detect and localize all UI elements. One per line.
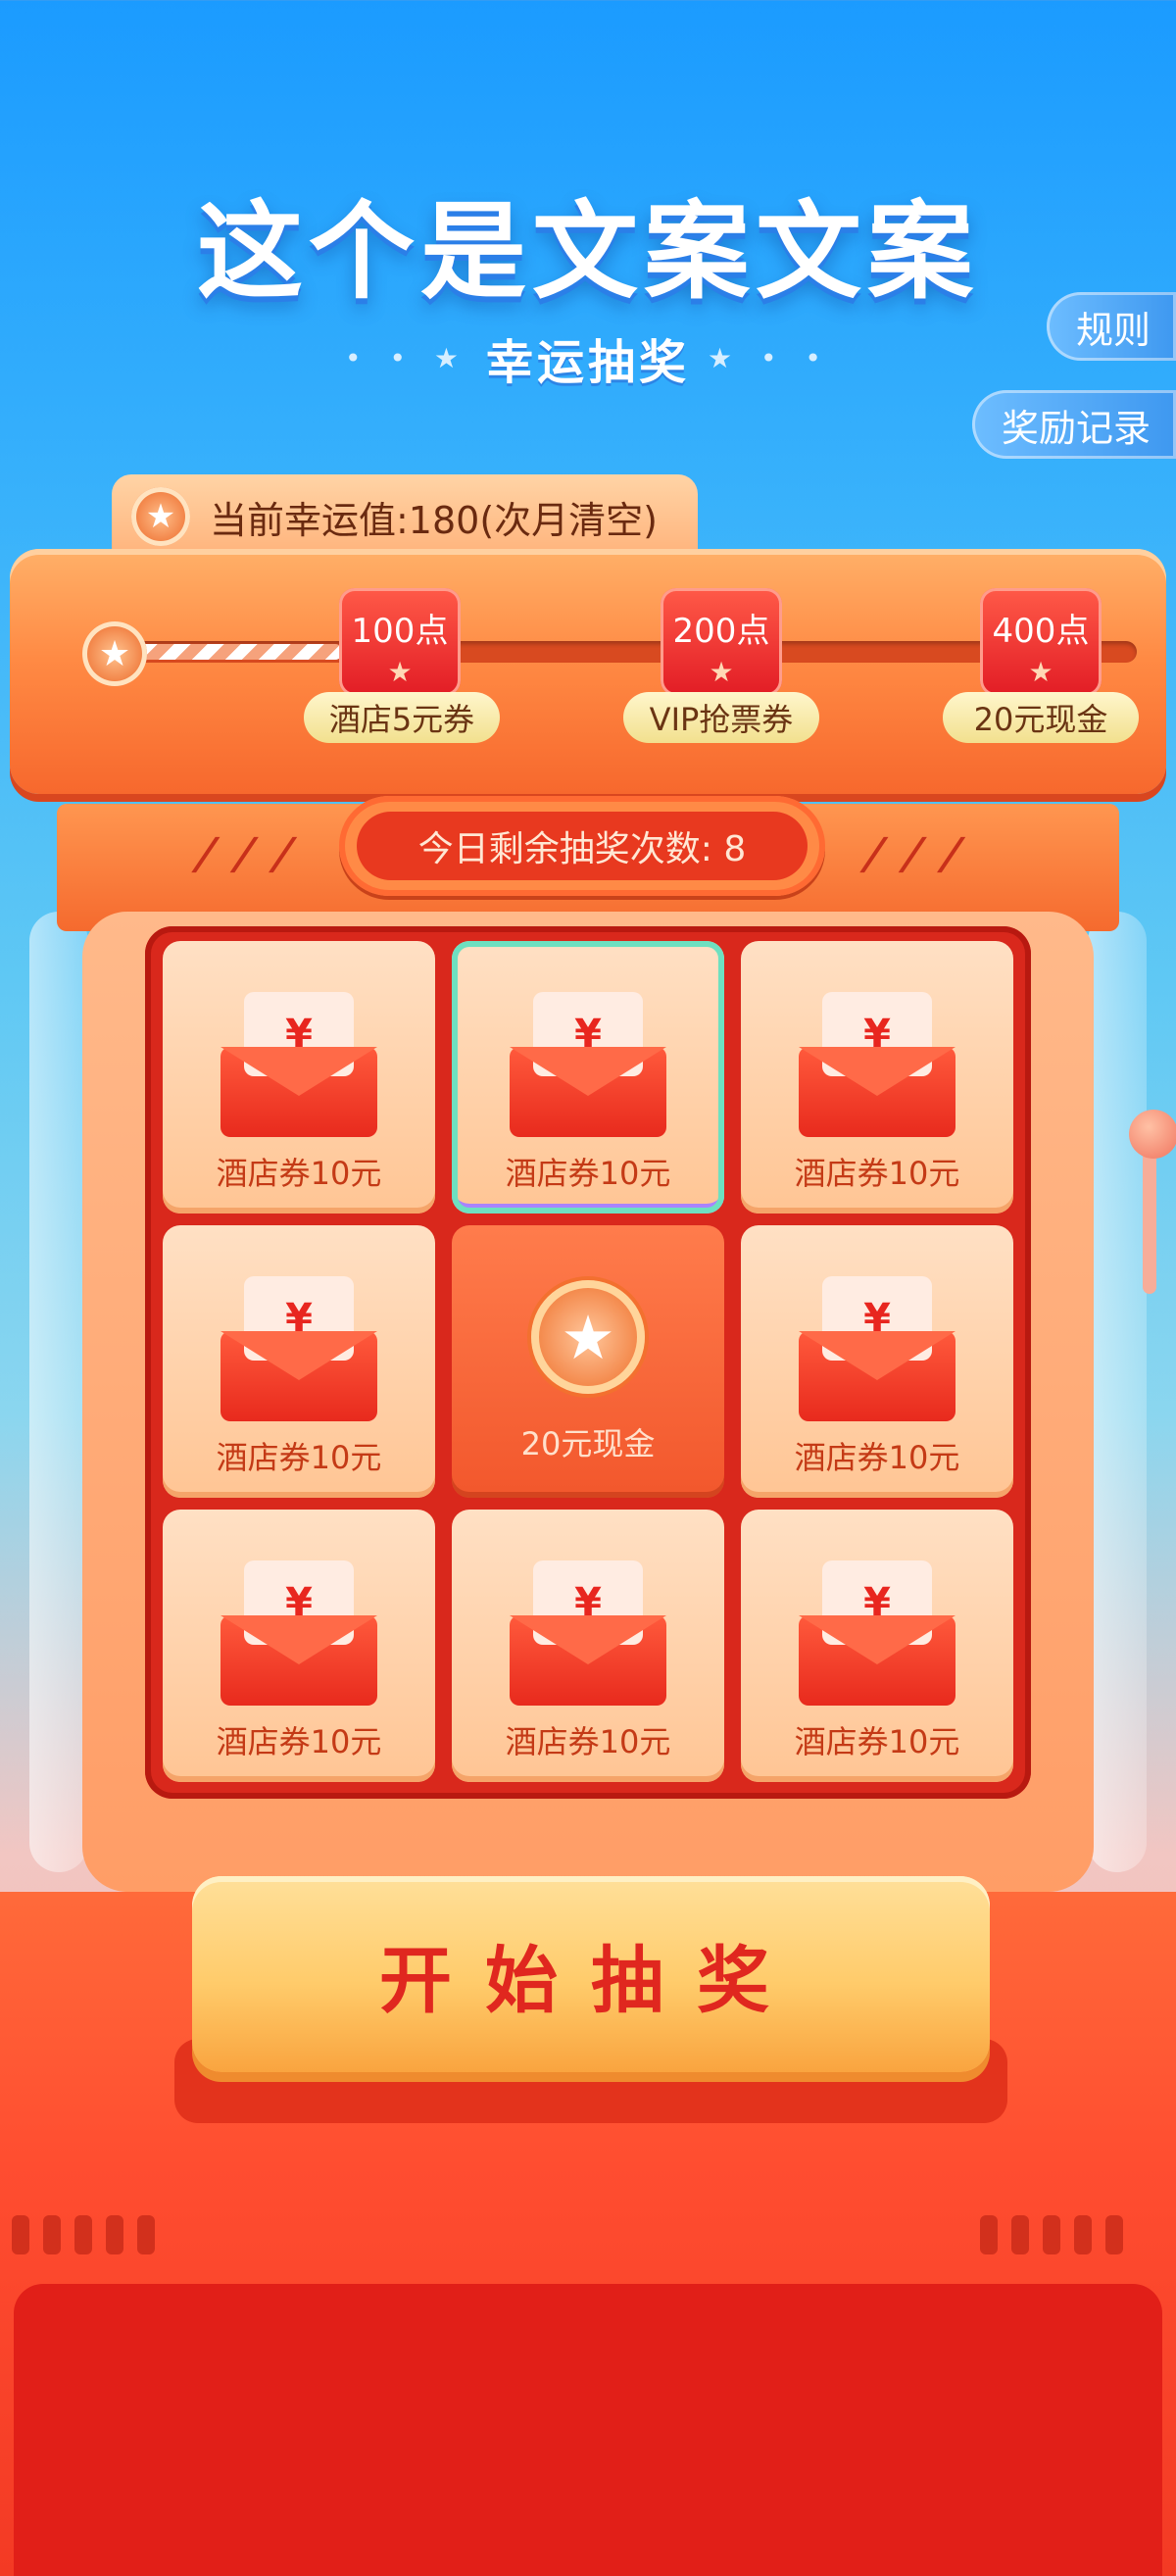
remaining-draws-label: 今日剩余抽奖次数: 8 — [357, 812, 808, 880]
milestone-points: 200点 — [672, 612, 770, 651]
red-envelope-icon: ¥ — [220, 1276, 377, 1423]
prize-label: 酒店券10元 — [216, 1155, 382, 1192]
prize-cell: ¥ 酒店券10元 — [452, 1510, 724, 1782]
prize-label: 酒店券10元 — [216, 1723, 382, 1760]
star-icon: ★ — [709, 656, 734, 688]
prize-label: 酒店券10元 — [216, 1439, 382, 1476]
milestone-reward: 20元现金 — [943, 692, 1139, 743]
red-envelope-icon: ¥ — [799, 1276, 956, 1423]
red-envelope-icon: ¥ — [510, 992, 666, 1139]
milestone-points: 400点 — [992, 612, 1090, 651]
star-coin-icon: ★ — [531, 1280, 645, 1394]
prize-label: 酒店券10元 — [505, 1155, 671, 1192]
red-envelope-icon: ¥ — [799, 992, 956, 1139]
red-envelope-icon: ¥ — [220, 1560, 377, 1708]
prize-cell: ¥ 酒店券10元 — [163, 1510, 435, 1782]
prize-cell: ¥ 酒店券10元 — [163, 941, 435, 1214]
prize-cell-cash: ★ 20元现金 — [452, 1225, 724, 1498]
milestone-100: 100点 ★ — [339, 588, 461, 696]
star-decoration-icon: • • ★ — [345, 341, 468, 374]
prize-grid: ¥ 酒店券10元 ¥ 酒店券10元 ¥ 酒店券10元 ¥ 酒店券10元 ★ 20… — [145, 926, 1031, 1799]
subtitle: 幸运抽奖 — [485, 335, 690, 390]
vent-decoration — [980, 2215, 1123, 2254]
page-title: 这个是文案文案 — [196, 191, 979, 314]
red-envelope-icon: ¥ — [799, 1560, 956, 1708]
red-envelope-icon: ¥ — [510, 1560, 666, 1708]
milestone-200: 200点 ★ — [661, 588, 782, 696]
slash-decoration-icon: / / / — [188, 829, 305, 879]
prize-cell: ¥ 酒店券10元 — [741, 1225, 1013, 1498]
star-badge-icon: ★ — [131, 487, 190, 546]
records-button[interactable]: 奖励记录 — [971, 390, 1176, 459]
lever-stick — [1143, 1147, 1156, 1294]
prize-cell-selected: ¥ 酒店券10元 — [452, 941, 724, 1214]
milestone-points: 100点 — [351, 612, 449, 651]
rules-button[interactable]: 规则 — [1046, 292, 1176, 361]
milestone-400: 400点 ★ — [980, 588, 1102, 696]
prize-cell: ¥ 酒店券10元 — [741, 1510, 1013, 1782]
prize-cell: ¥ 酒店券10元 — [163, 1225, 435, 1498]
star-icon: ★ — [387, 656, 413, 688]
star-decoration-icon: ★ • • — [708, 341, 831, 374]
lucky-value-label: 当前幸运值:180(次月清空) — [210, 498, 658, 542]
prize-label: 酒店券10元 — [505, 1723, 671, 1760]
slash-decoration-icon: / / / — [857, 829, 973, 879]
machine-side-glass — [29, 912, 88, 1872]
milestone-reward: 酒店5元券 — [304, 692, 500, 743]
prize-label: 酒店券10元 — [794, 1155, 960, 1192]
milestone-reward: VIP抢票券 — [623, 692, 819, 743]
lever-knob-icon — [1129, 1110, 1176, 1159]
vent-decoration — [12, 2215, 155, 2254]
prize-label: 酒店券10元 — [794, 1439, 960, 1476]
progress-star-icon: ★ — [82, 621, 147, 686]
machine-side-glass — [1088, 912, 1147, 1872]
lucky-value-tab: ★ 当前幸运值:180(次月清空) — [112, 474, 698, 559]
subtitle-row: • • ★ 幸运抽奖 ★ • • — [0, 323, 1176, 392]
red-envelope-icon: ¥ — [220, 992, 377, 1139]
prize-label: 酒店券10元 — [794, 1723, 960, 1760]
bottom-panel — [14, 2284, 1162, 2576]
remaining-draws-pill: 今日剩余抽奖次数: 8 — [339, 796, 825, 896]
star-icon: ★ — [1028, 656, 1054, 688]
prize-label: 20元现金 — [520, 1425, 656, 1462]
prize-cell: ¥ 酒店券10元 — [741, 941, 1013, 1214]
start-draw-button[interactable]: 开始抽奖 — [192, 1876, 990, 2072]
